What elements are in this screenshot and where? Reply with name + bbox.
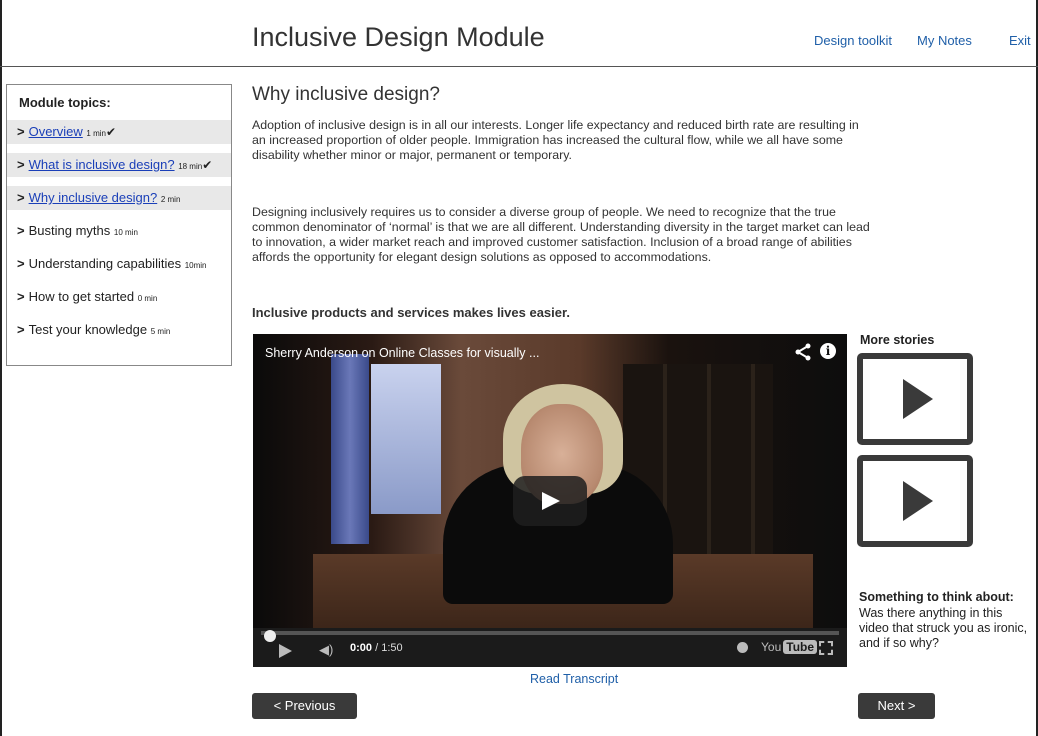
watch-later-icon[interactable] — [737, 642, 748, 653]
topic-duration: 18 min — [178, 162, 203, 171]
intro-paragraph: Adoption of inclusive design is in all o… — [252, 118, 859, 162]
read-transcript-link[interactable]: Read Transcript — [530, 672, 618, 686]
topic-duration: 10 min — [113, 228, 138, 237]
story-thumbnail-1[interactable] — [857, 353, 973, 445]
fullscreen-icon[interactable] — [819, 641, 833, 655]
previous-button[interactable]: < Previous — [252, 693, 357, 719]
video-title[interactable]: Sherry Anderson on Online Classes for vi… — [265, 346, 539, 360]
video-controls-bar: ◀) 0:00 / 1:50 You Tube — [253, 628, 847, 667]
topic-item[interactable]: > Test your knowledge 5 min — [7, 318, 231, 342]
info-icon[interactable]: i — [820, 343, 836, 359]
chevron-right-icon: > — [17, 256, 25, 271]
chevron-right-icon: > — [17, 322, 25, 337]
youtube-logo-tube: Tube — [783, 640, 818, 654]
time-display: 0:00 / 1:50 — [350, 642, 403, 654]
checkmark-icon: ✔ — [202, 158, 213, 172]
video-scene-curtain — [331, 354, 369, 544]
story-thumbnail-2[interactable] — [857, 455, 973, 547]
chevron-right-icon: > — [17, 289, 25, 304]
topic-duration: 2 min — [160, 195, 181, 204]
share-icon[interactable] — [794, 343, 812, 361]
checkmark-icon: ✔ — [105, 125, 117, 139]
youtube-logo[interactable]: You Tube — [761, 640, 818, 654]
topic-item[interactable]: > Overview 1 min✔ — [7, 120, 231, 144]
topic-item[interactable]: > Understanding capabilities 10min — [7, 252, 231, 276]
topic-item[interactable]: > How to get started 0 min — [7, 285, 231, 309]
topic-label[interactable]: What is inclusive design? — [29, 157, 175, 172]
total-time: / 1:50 — [375, 642, 403, 654]
topic-item[interactable]: > Why inclusive design? 2 min — [7, 186, 231, 210]
header-divider — [0, 66, 1038, 67]
sidebar-heading: Module topics: — [19, 95, 111, 110]
topic-label[interactable]: Busting myths — [29, 223, 111, 238]
chevron-right-icon: > — [17, 157, 25, 172]
chevron-right-icon: > — [17, 223, 25, 238]
chevron-right-icon: > — [17, 190, 25, 205]
page-title: Why inclusive design? — [252, 84, 440, 105]
more-stories-heading: More stories — [860, 333, 935, 347]
design-toolkit-link[interactable]: Design toolkit — [814, 33, 892, 48]
diversity-paragraph: Designing inclusively requires us to con… — [252, 205, 870, 264]
key-statement: Inclusive products and services makes li… — [252, 305, 570, 320]
video-player[interactable]: Sherry Anderson on Online Classes for vi… — [253, 334, 847, 667]
topics-list: > Overview 1 min✔ > What is inclusive desig… — [7, 120, 231, 342]
exit-link[interactable]: Exit — [1009, 33, 1031, 48]
my-notes-link[interactable]: My Notes — [917, 33, 972, 48]
topic-label[interactable]: Understanding capabilities — [29, 256, 181, 271]
think-about-text: Was there anything in this video that st… — [859, 606, 1028, 650]
play-icon — [903, 481, 933, 521]
topic-item[interactable]: > Busting myths 10 min — [7, 219, 231, 243]
think-about-heading: Something to think about: — [859, 590, 1014, 604]
next-button[interactable]: Next > — [858, 693, 935, 719]
topic-duration: 0 min — [137, 294, 158, 303]
topic-duration: 10min — [184, 261, 207, 270]
progress-scrubber[interactable] — [264, 630, 276, 642]
play-button[interactable] — [513, 476, 587, 526]
topic-label[interactable]: Test your knowledge — [29, 322, 148, 337]
module-topics-sidebar: Module topics: > Overview 1 min✔ > What is … — [6, 84, 232, 366]
module-title: Inclusive Design Module — [252, 22, 545, 52]
play-icon — [903, 379, 933, 419]
chevron-right-icon: > — [17, 124, 25, 139]
play-icon — [542, 492, 560, 510]
progress-bar[interactable] — [261, 630, 839, 642]
current-time: 0:00 — [350, 642, 373, 654]
topic-duration: 1 min — [86, 129, 106, 138]
topic-label[interactable]: Overview — [29, 124, 83, 139]
topic-item[interactable]: > What is inclusive design? 18 min✔ — [7, 153, 231, 177]
topic-label[interactable]: How to get started — [29, 289, 135, 304]
youtube-logo-you: You — [761, 640, 782, 654]
video-scene-window — [371, 364, 441, 514]
volume-icon[interactable]: ◀) — [319, 642, 333, 658]
control-play-icon[interactable] — [279, 644, 292, 658]
topic-duration: 5 min — [150, 327, 171, 336]
topic-label[interactable]: Why inclusive design? — [29, 190, 158, 205]
